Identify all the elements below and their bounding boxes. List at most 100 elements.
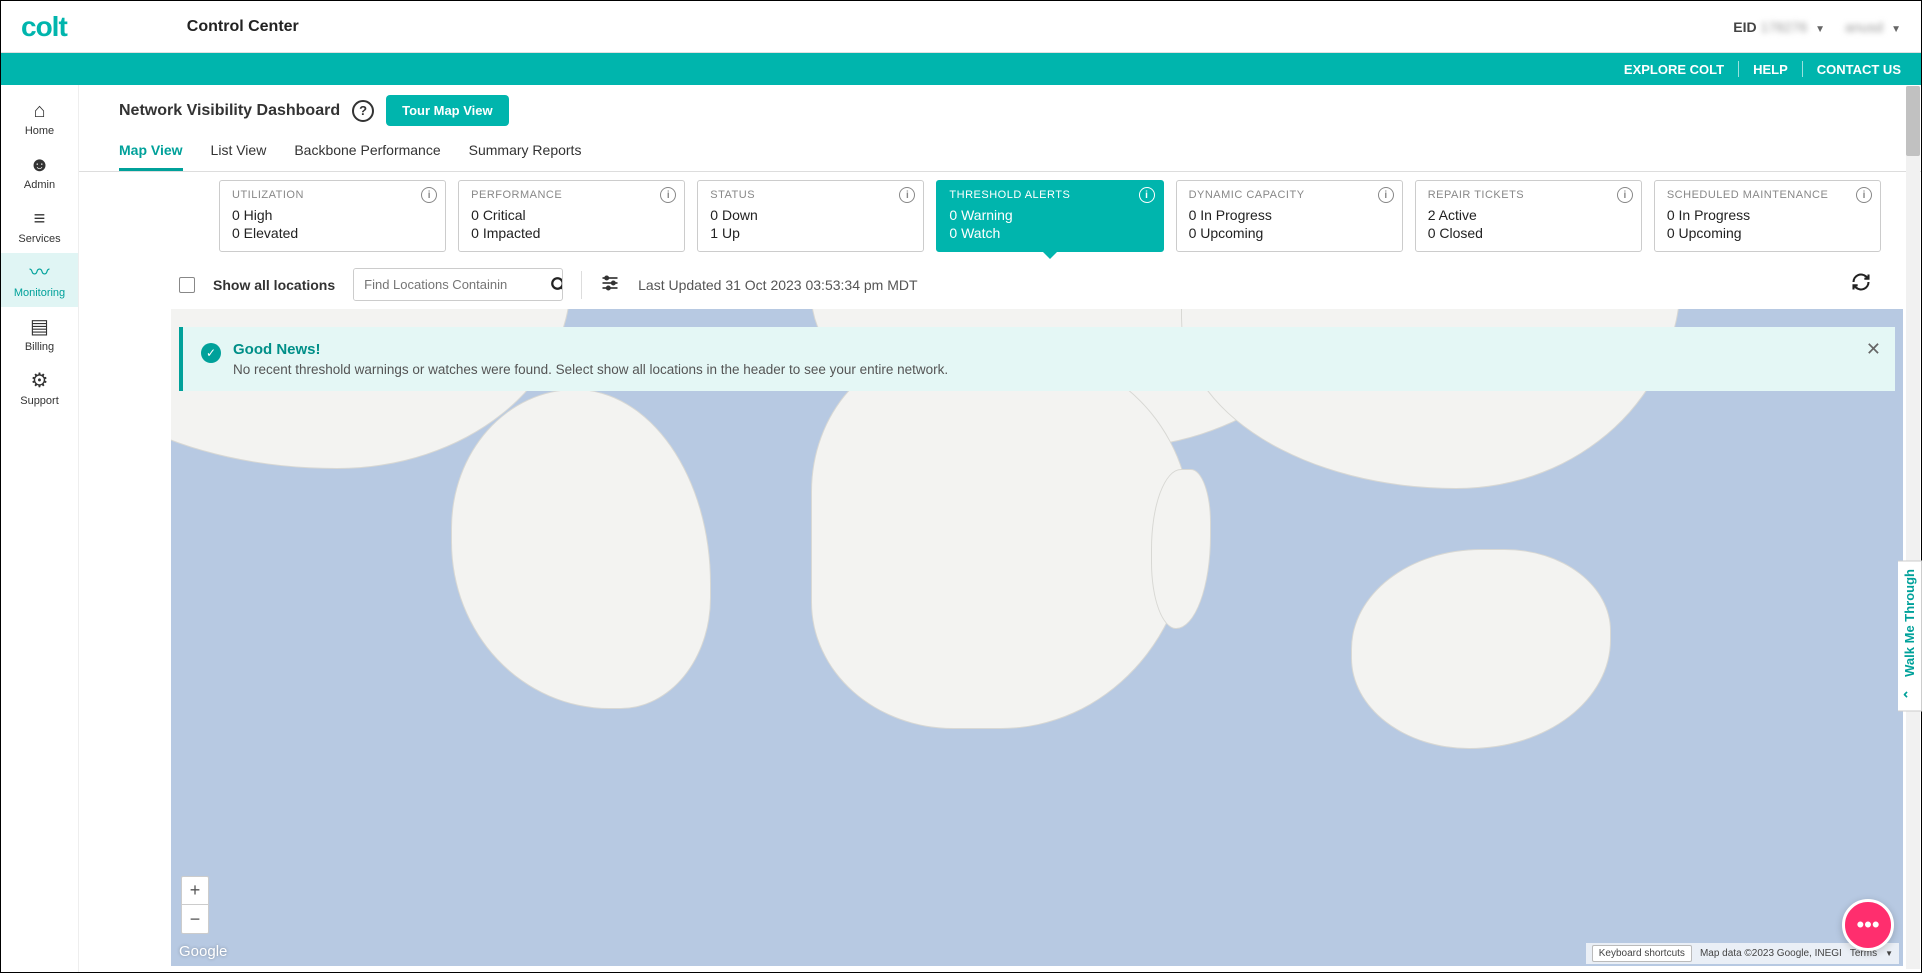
sidebar-item-label: Services bbox=[18, 233, 60, 245]
brand-logo[interactable]: colt bbox=[21, 11, 67, 43]
tab-summary[interactable]: Summary Reports bbox=[469, 142, 582, 171]
chat-button[interactable]: ••• bbox=[1842, 899, 1894, 951]
info-icon[interactable]: i bbox=[1617, 187, 1633, 203]
card-scheduled-maintenance[interactable]: iSCHEDULED MAINTENANCE 0 In Progress 0 Upc… bbox=[1654, 180, 1881, 252]
home-icon: ⌂ bbox=[33, 101, 45, 121]
scrollbar[interactable] bbox=[1906, 86, 1920, 969]
sidebar-item-support[interactable]: ⚙ Support bbox=[1, 361, 78, 415]
tab-map-view[interactable]: Map View bbox=[119, 142, 183, 171]
card-line: 1 Up bbox=[710, 225, 911, 241]
map-data-attrib: Map data ©2023 Google, INEGI bbox=[1700, 948, 1842, 959]
info-icon[interactable]: i bbox=[899, 187, 915, 203]
keyboard-shortcuts-button[interactable]: Keyboard shortcuts bbox=[1592, 945, 1692, 962]
sidebar-item-label: Support bbox=[20, 395, 59, 407]
card-title: DYNAMIC CAPACITY bbox=[1189, 189, 1390, 201]
last-updated: Last Updated 31 Oct 2023 03:53:34 pm MDT bbox=[638, 277, 917, 293]
chevron-down-icon[interactable]: ▼ bbox=[1885, 949, 1893, 958]
zoom-control: + − bbox=[181, 876, 209, 934]
sidebar-item-monitoring[interactable]: 〰 Monitoring bbox=[1, 253, 78, 307]
services-icon: ≡ bbox=[34, 209, 46, 229]
chevron-down-icon: ▼ bbox=[1815, 24, 1825, 35]
filter-button[interactable] bbox=[600, 273, 620, 296]
info-icon[interactable]: i bbox=[421, 187, 437, 203]
card-dynamic-capacity[interactable]: iDYNAMIC CAPACITY0 In Progress0 Upcoming bbox=[1176, 180, 1403, 252]
card-repair-tickets[interactable]: iREPAIR TICKETS 2 Active 0 Closed bbox=[1415, 180, 1642, 252]
info-icon[interactable]: i bbox=[660, 187, 676, 203]
card-line: 0 Impacted bbox=[471, 225, 672, 241]
user-name: anusd bbox=[1845, 19, 1883, 35]
chevron-up-icon: ⌃ bbox=[1902, 689, 1918, 700]
sidebar-item-label: Home bbox=[25, 125, 54, 137]
link-contact[interactable]: CONTACT US bbox=[1817, 62, 1901, 77]
help-icon[interactable]: ? bbox=[352, 100, 374, 122]
eid-dropdown[interactable]: EID 178276 ▼ bbox=[1733, 19, 1825, 35]
card-performance[interactable]: iPERFORMANCE0 Critical0 Impacted bbox=[458, 180, 685, 252]
card-title: UTILIZATION bbox=[232, 189, 433, 201]
user-dropdown[interactable]: anusd ▼ bbox=[1845, 19, 1901, 35]
card-line: 2 Active bbox=[1428, 207, 1629, 223]
header-right: EID 178276 ▼ anusd ▼ bbox=[1733, 19, 1901, 35]
card-line: 0 Upcoming bbox=[1667, 225, 1868, 241]
billing-icon: ▤ bbox=[30, 317, 49, 337]
tab-backbone[interactable]: Backbone Performance bbox=[294, 142, 440, 171]
tabs: Map View List View Backbone Performance … bbox=[79, 132, 1921, 172]
page-title: Network Visibility Dashboard bbox=[119, 102, 340, 120]
card-threshold-alerts[interactable]: iTHRESHOLD ALERTS0 Warning0 Watch bbox=[936, 180, 1163, 252]
sidebar: ⌂ Home ☻Admin ≡ Services 〰 Monitoring ▤Bill… bbox=[1, 85, 79, 972]
card-line: 0 In Progress bbox=[1667, 207, 1868, 223]
show-all-label: Show all locations bbox=[213, 277, 335, 293]
sidebar-item-services[interactable]: ≡ Services bbox=[1, 199, 78, 253]
app-title: Control Center bbox=[187, 18, 299, 36]
map-area[interactable]: ✓ Good News! No recent threshold warning… bbox=[171, 309, 1903, 966]
card-title: SCHEDULED MAINTENANCE bbox=[1667, 189, 1868, 201]
card-line: 0 Closed bbox=[1428, 225, 1629, 241]
map-land bbox=[811, 349, 1191, 729]
card-title: PERFORMANCE bbox=[471, 189, 672, 201]
card-status[interactable]: iSTATUS0 Down1 Up bbox=[697, 180, 924, 252]
walk-me-through-button[interactable]: ⌃ Walk Me Through bbox=[1898, 560, 1922, 711]
walkme-label: Walk Me Through bbox=[1902, 569, 1917, 677]
chat-icon: ••• bbox=[1856, 912, 1879, 938]
alert-banner: ✓ Good News! No recent threshold warning… bbox=[179, 327, 1895, 391]
sidebar-item-home[interactable]: ⌂ Home bbox=[1, 91, 78, 145]
eid-value: 178276 bbox=[1761, 19, 1808, 35]
separator bbox=[1738, 61, 1739, 77]
tab-list-view[interactable]: List View bbox=[211, 142, 267, 171]
scroll-thumb[interactable] bbox=[1906, 86, 1920, 156]
sidebar-item-billing[interactable]: ▤Billing bbox=[1, 307, 78, 361]
card-title: STATUS bbox=[710, 189, 911, 201]
separator bbox=[581, 271, 582, 299]
filter-icon bbox=[600, 273, 620, 293]
map-land bbox=[1351, 549, 1611, 749]
page-head: Network Visibility Dashboard ? Tour Map … bbox=[79, 85, 1921, 132]
map-land bbox=[451, 389, 711, 709]
monitoring-icon: 〰 bbox=[30, 263, 50, 283]
support-icon: ⚙ bbox=[31, 371, 49, 391]
zoom-out-button[interactable]: − bbox=[182, 905, 208, 933]
tour-button[interactable]: Tour Map View bbox=[386, 95, 509, 126]
link-help[interactable]: HELP bbox=[1753, 62, 1788, 77]
sidebar-item-label: Admin bbox=[24, 179, 55, 191]
card-title: REPAIR TICKETS bbox=[1428, 189, 1629, 201]
search-wrap bbox=[353, 268, 563, 301]
search-input[interactable] bbox=[354, 269, 550, 300]
info-icon[interactable]: i bbox=[1856, 187, 1872, 203]
search-button[interactable] bbox=[550, 269, 563, 300]
main-wrap: ⌂ Home ☻Admin ≡ Services 〰 Monitoring ▤Bill… bbox=[1, 85, 1921, 972]
refresh-button[interactable] bbox=[1851, 272, 1871, 297]
chevron-down-icon: ▼ bbox=[1891, 24, 1901, 35]
zoom-in-button[interactable]: + bbox=[182, 877, 208, 905]
sidebar-item-admin[interactable]: ☻Admin bbox=[1, 145, 78, 199]
alert-title: Good News! bbox=[233, 341, 1855, 358]
separator bbox=[1802, 61, 1803, 77]
card-utilization[interactable]: iUTILIZATION0 High0 Elevated bbox=[219, 180, 446, 252]
sidebar-item-label: Monitoring bbox=[14, 287, 65, 299]
card-line: 0 High bbox=[232, 207, 433, 223]
show-all-checkbox[interactable] bbox=[179, 277, 195, 293]
info-icon[interactable]: i bbox=[1139, 187, 1155, 203]
close-icon[interactable]: ✕ bbox=[1866, 339, 1881, 360]
link-explore[interactable]: EXPLORE COLT bbox=[1624, 62, 1724, 77]
refresh-icon bbox=[1851, 272, 1871, 292]
info-icon[interactable]: i bbox=[1378, 187, 1394, 203]
card-line: 0 Upcoming bbox=[1189, 225, 1390, 241]
